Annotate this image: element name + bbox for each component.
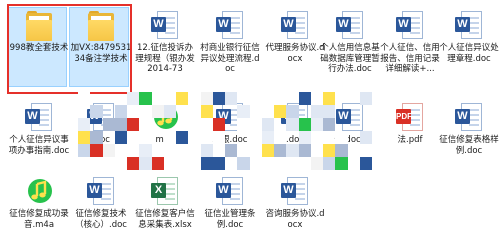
word-document-icon: W: [280, 176, 310, 208]
file-name-label: 法.pdf: [397, 135, 423, 145]
file-name-label: 征信修复技术（核心）.doc: [75, 209, 127, 230]
desktop-item-d6[interactable]: W 个人信用信息基础数据库管理暂行办法.doc: [319, 10, 381, 75]
desktop-item-x19[interactable]: X 征信修复客户信息采集表.xlsx: [134, 176, 196, 230]
word-document-icon: W: [215, 10, 245, 42]
folder-icon: [24, 10, 54, 42]
file-name-label: 征信修复成功录音.m4a: [9, 209, 69, 230]
word-document-icon: W: [150, 10, 180, 42]
desktop-item-d3[interactable]: W 12.征信投诉办理规程（银办发2014-73: [134, 10, 196, 75]
desktop-item-d9[interactable]: W 个人征信异议事项办事指南.doc: [8, 102, 70, 156]
word-document-icon: W: [86, 102, 116, 134]
desktop-item-d5[interactable]: W 代理服务协议.docx: [264, 10, 326, 64]
file-name-label: .doc: [286, 135, 304, 145]
desktop-file-grid: 998教全套技术 加VX:847953134备注学技术 W 12.征信投诉办理规程…: [0, 0, 499, 248]
word-document-icon: W: [280, 102, 310, 134]
folder-icon: [86, 10, 116, 42]
word-document-icon: W: [86, 176, 116, 208]
desktop-item-d7[interactable]: W 个人征信、信用报告、信用记录详细解读+...: [379, 10, 441, 75]
desktop-item-d18[interactable]: W 征信修复技术（核心）.doc: [70, 176, 132, 230]
music-audio-icon: [24, 176, 54, 208]
word-document-icon: W: [280, 10, 310, 42]
desktop-item-d13[interactable]: W .doc: [264, 102, 326, 146]
desktop-item-d14[interactable]: W 告.docx: [319, 102, 381, 146]
desktop-item-p15[interactable]: PDF 法.pdf: [379, 102, 441, 146]
word-document-icon: W: [454, 102, 484, 134]
pdf-document-icon: PDF: [395, 102, 425, 134]
file-name-label: 加VX:847953134备注学技术: [70, 43, 132, 64]
desktop-item-d10[interactable]: W .doc: [70, 102, 132, 146]
file-name-label: m4a: [155, 135, 175, 145]
desktop-item-d21[interactable]: W 咨询服务协议.docx: [264, 176, 326, 230]
word-document-icon: W: [215, 176, 245, 208]
word-document-icon: W: [24, 102, 54, 134]
file-name-label: 个人征信、信用报告、信用记录详细解读+...: [380, 43, 440, 74]
file-name-label: 个人征信异议事项办事指南.doc: [8, 135, 70, 156]
file-name-label: 个人征信异议处理章程.doc: [439, 43, 499, 64]
desktop-item-d8[interactable]: W 个人征信异议处理章程.doc: [438, 10, 499, 64]
word-document-icon: W: [335, 10, 365, 42]
word-document-icon: W: [395, 10, 425, 42]
word-document-icon: W: [454, 10, 484, 42]
desktop-item-d20[interactable]: W 征信业管理条例.doc: [199, 176, 261, 230]
file-name-label: 咨询服务协议.docx: [265, 209, 325, 230]
music-audio-icon: [150, 102, 180, 134]
desktop-item-m11[interactable]: m4a: [134, 102, 196, 146]
desktop-item-d12[interactable]: W 发银.doc: [199, 102, 261, 146]
file-name-label: 代理服务协议.docx: [265, 43, 325, 64]
file-name-label: 征信修复表格样例.doc: [439, 135, 499, 156]
desktop-item-d4[interactable]: W 村商业银行征信异议处理流程.doc: [199, 10, 261, 75]
file-name-label: .doc: [92, 135, 110, 145]
excel-spreadsheet-icon: X: [150, 176, 180, 208]
file-name-label: 发银.doc: [212, 135, 248, 145]
desktop-item-f2[interactable]: 加VX:847953134备注学技术: [70, 10, 132, 64]
desktop-item-d16[interactable]: W 征信修复表格样例.doc: [438, 102, 499, 156]
desktop-item-f1[interactable]: 998教全套技术: [8, 10, 70, 54]
file-name-label: 征信修复客户信息采集表.xlsx: [135, 209, 195, 230]
file-name-label: 村商业银行征信异议处理流程.doc: [200, 43, 260, 74]
desktop-item-m17[interactable]: 征信修复成功录音.m4a: [8, 176, 70, 230]
file-name-label: 个人信用信息基础数据库管理暂行办法.doc: [320, 43, 380, 74]
file-name-label: 998教全套技术: [9, 43, 69, 53]
word-document-icon: W: [335, 102, 365, 134]
file-name-label: 告.docx: [334, 135, 366, 145]
file-name-label: 12.征信投诉办理规程（银办发2014-73: [135, 43, 195, 74]
word-document-icon: W: [215, 102, 245, 134]
file-name-label: 征信业管理条例.doc: [204, 209, 256, 230]
